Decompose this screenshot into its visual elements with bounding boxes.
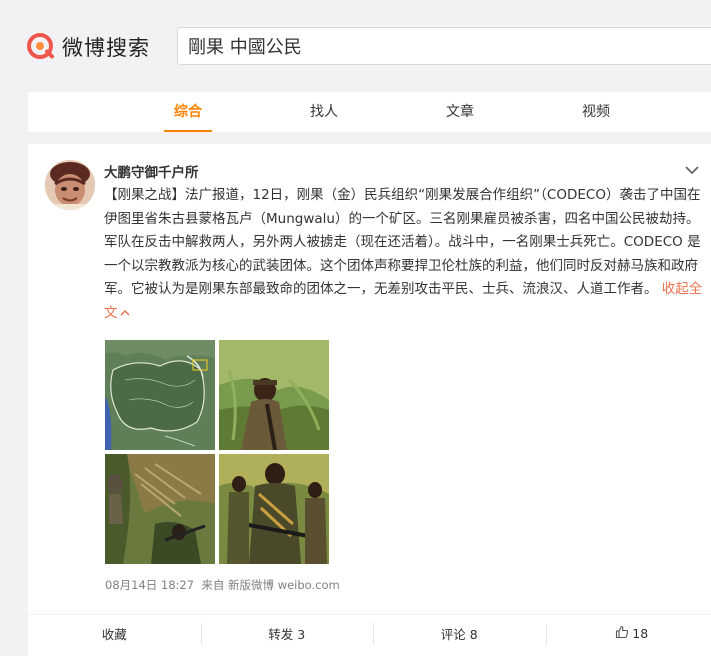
militia-image[interactable] [219, 454, 329, 564]
repost-button[interactable]: 转发 3 [200, 623, 374, 645]
logo-text: 微博搜索 [62, 36, 150, 60]
like-count: 18 [632, 626, 649, 641]
post-timestamp[interactable]: 08月14日 18:27 [105, 578, 194, 592]
image-grid [105, 340, 329, 564]
tab-articles[interactable]: 文章 [392, 92, 528, 132]
author-name[interactable]: 大鹏守御千户所 [104, 161, 199, 181]
favorite-button[interactable]: 收藏 [28, 624, 201, 643]
tab-comprehensive[interactable]: 综合 [120, 92, 256, 132]
tab-people[interactable]: 找人 [256, 92, 392, 132]
post-text: 【刚果之战】法广报道，12日，刚果（金）民兵组织“刚果发展合作组织”（CODEC… [104, 184, 709, 325]
comment-button[interactable]: 评论 8 [373, 623, 546, 645]
soldier-image[interactable] [219, 340, 329, 450]
avatar[interactable] [45, 160, 95, 210]
repost-label: 转发 3 [268, 627, 306, 642]
thumbs-up-icon [615, 625, 629, 642]
post-meta: 08月14日 18:27 来自 新版微博 weibo.com [105, 577, 340, 593]
post-actions: 收藏 转发 3 评论 8 18 [28, 614, 711, 652]
weibo-post-card: 大鹏守御千户所 【刚果之战】法广报道，12日，刚果（金）民兵组织“刚果发展合作组… [28, 144, 711, 656]
map-image[interactable] [105, 340, 215, 450]
post-body: 【刚果之战】法广报道，12日，刚果（金）民兵组织“刚果发展合作组织”（CODEC… [104, 187, 701, 297]
hillside-image[interactable] [105, 454, 215, 564]
search-box[interactable] [177, 27, 711, 65]
search-logo-icon [27, 33, 55, 61]
search-input[interactable] [188, 35, 711, 57]
tab-videos[interactable]: 视频 [528, 92, 664, 132]
like-button[interactable]: 18 [545, 624, 711, 646]
header: 微博搜索 [0, 0, 711, 90]
favorite-label: 收藏 [101, 627, 127, 642]
post-source[interactable]: 来自 新版微博 weibo.com [201, 578, 339, 592]
chevron-down-icon[interactable] [684, 162, 700, 176]
search-tabs: 综合 找人 文章 视频 [28, 92, 711, 132]
weibo-search-logo[interactable]: 微博搜索 [27, 32, 150, 62]
comment-label: 评论 8 [440, 627, 478, 642]
